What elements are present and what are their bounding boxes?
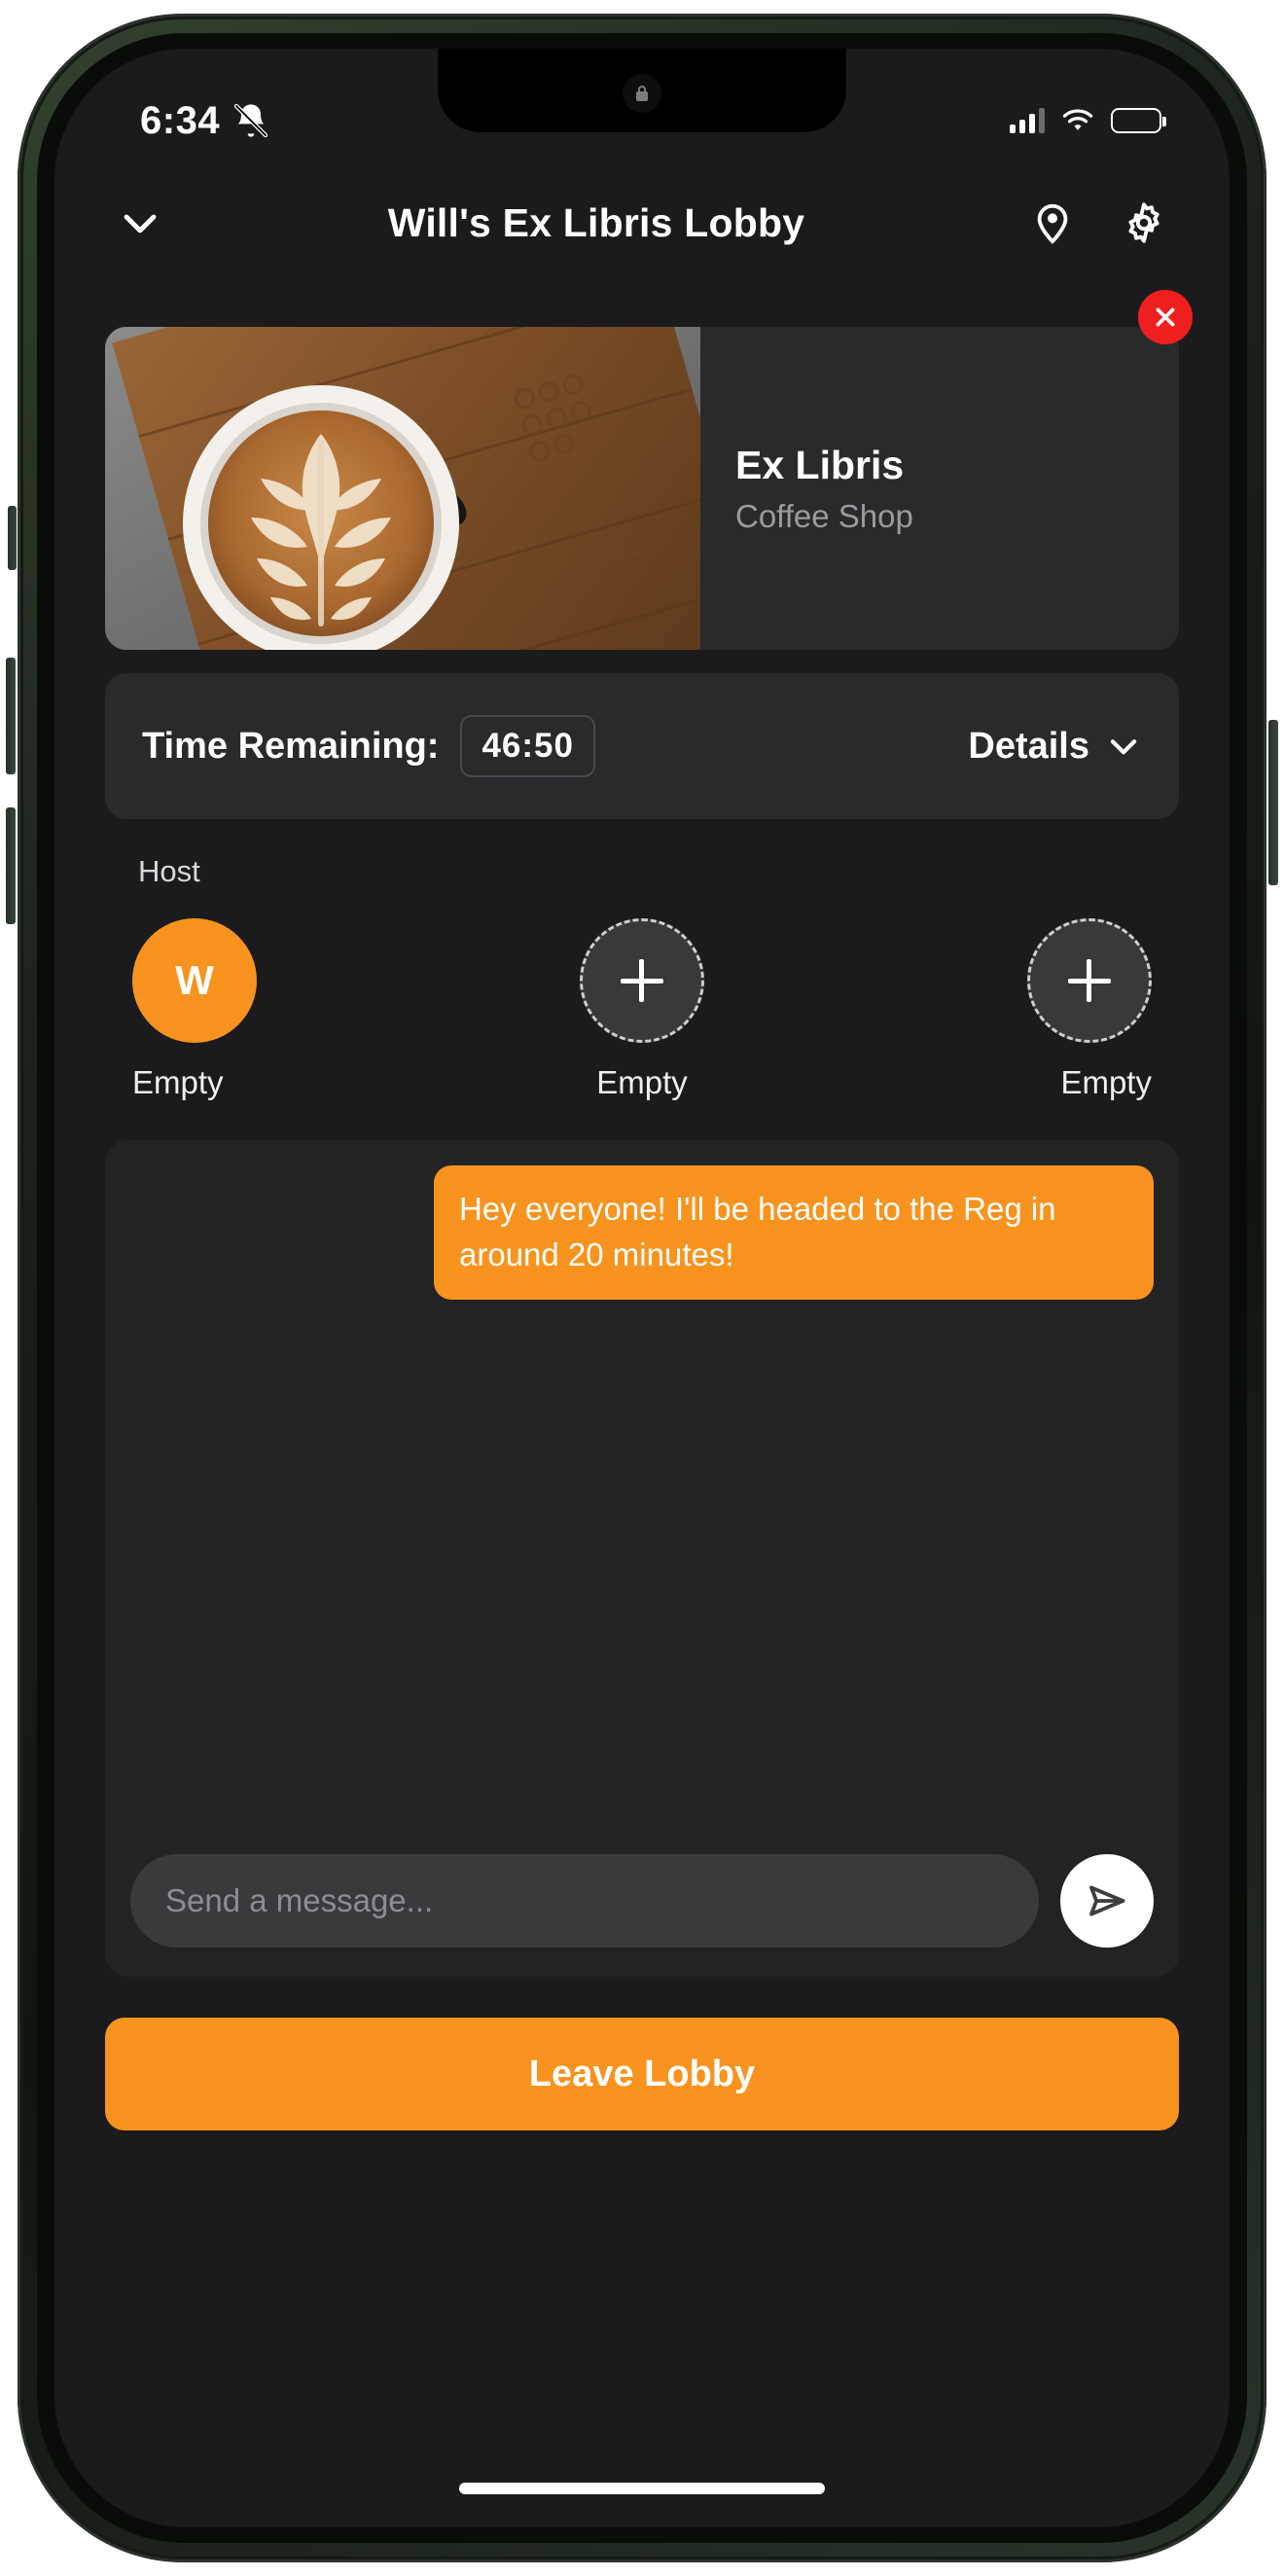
member-slot-label: Empty <box>596 1064 688 1100</box>
host-label: Host <box>138 854 200 888</box>
gear-icon <box>1128 202 1159 243</box>
location-pin-icon <box>1037 203 1068 244</box>
send-button[interactable] <box>1060 1854 1154 1948</box>
close-icon <box>1156 307 1175 327</box>
close-lobby-button[interactable] <box>1138 290 1193 344</box>
member-slot[interactable]: Empty <box>472 918 811 1101</box>
status-time: 6:34 <box>140 98 221 142</box>
volume-up-button[interactable] <box>6 658 16 774</box>
settings-button[interactable] <box>1109 188 1179 258</box>
wifi-icon <box>1062 108 1093 130</box>
plus-icon <box>579 918 704 1043</box>
status-bar-left: 6:34 <box>140 99 270 143</box>
send-paper-plane-icon <box>1089 1885 1125 1916</box>
venue-photo: THE HOUSE BLEND ETHIOPIA 40% 30% <box>105 327 700 650</box>
home-indicator[interactable] <box>459 2483 825 2494</box>
member-slot-label: Empty <box>132 1064 224 1100</box>
face-id-sensor <box>623 74 661 113</box>
header-actions <box>1017 188 1179 258</box>
notch <box>438 49 846 132</box>
chevron-down-icon <box>1110 739 1137 755</box>
chat-messages[interactable]: Hey everyone! I'll be headed to the Reg … <box>130 1165 1154 1854</box>
venue-card[interactable]: THE HOUSE BLEND ETHIOPIA 40% 30% <box>105 327 1179 650</box>
chevron-down-icon <box>124 214 157 233</box>
volume-down-button[interactable] <box>6 807 16 924</box>
venue-category: Coffee Shop <box>735 497 913 534</box>
member-slot[interactable]: Empty <box>812 918 1179 1101</box>
message-input[interactable] <box>130 1854 1039 1948</box>
lobby-content: THE HOUSE BLEND ETHIOPIA 40% 30% <box>54 280 1230 2527</box>
details-toggle[interactable]: Details <box>968 726 1142 768</box>
avatar: W <box>132 918 257 1043</box>
chat-message-outgoing: Hey everyone! I'll be headed to the Reg … <box>434 1165 1154 1300</box>
latte-art-coffee-photo: THE HOUSE BLEND ETHIOPIA 40% 30% <box>105 327 700 650</box>
power-button[interactable] <box>1268 720 1278 885</box>
leave-lobby-button[interactable]: Leave Lobby <box>105 2018 1179 2130</box>
lock-icon <box>636 86 648 101</box>
time-remaining-value: 46:50 <box>460 715 595 777</box>
chat-input-row <box>130 1854 1154 1948</box>
cellular-signal-icon <box>1010 108 1045 133</box>
page-title: Will's Ex Libris Lobby <box>387 199 805 245</box>
phone-screen: 6:34 Will's Ex Libris Lobby ETHIOPIA 40%… <box>54 49 1230 2527</box>
details-label: Details <box>968 725 1089 767</box>
venue-section: THE HOUSE BLEND ETHIOPIA 40% 30% <box>105 290 1193 650</box>
plus-icon <box>1026 918 1152 1043</box>
location-button[interactable] <box>1017 188 1088 258</box>
member-slot-label: Empty <box>1060 1064 1152 1100</box>
member-slot[interactable]: W Empty <box>105 918 472 1101</box>
battery-icon <box>1111 108 1166 133</box>
mute-switch[interactable] <box>8 506 17 570</box>
collapse-button[interactable] <box>105 188 175 258</box>
venue-info: Ex Libris Coffee Shop <box>700 327 1179 650</box>
chat-panel: Hey everyone! I'll be headed to the Reg … <box>105 1140 1179 1977</box>
venue-name: Ex Libris <box>735 442 905 487</box>
bell-slash-icon <box>233 103 268 138</box>
time-remaining-label: Time Remaining: <box>142 725 440 767</box>
status-bar-right <box>1010 108 1166 134</box>
app-header: Will's Ex Libris Lobby <box>54 165 1230 280</box>
time-remaining-card: Time Remaining: 46:50 Details <box>105 673 1179 819</box>
member-slots: W Empty Empty Empty <box>105 918 1179 1101</box>
